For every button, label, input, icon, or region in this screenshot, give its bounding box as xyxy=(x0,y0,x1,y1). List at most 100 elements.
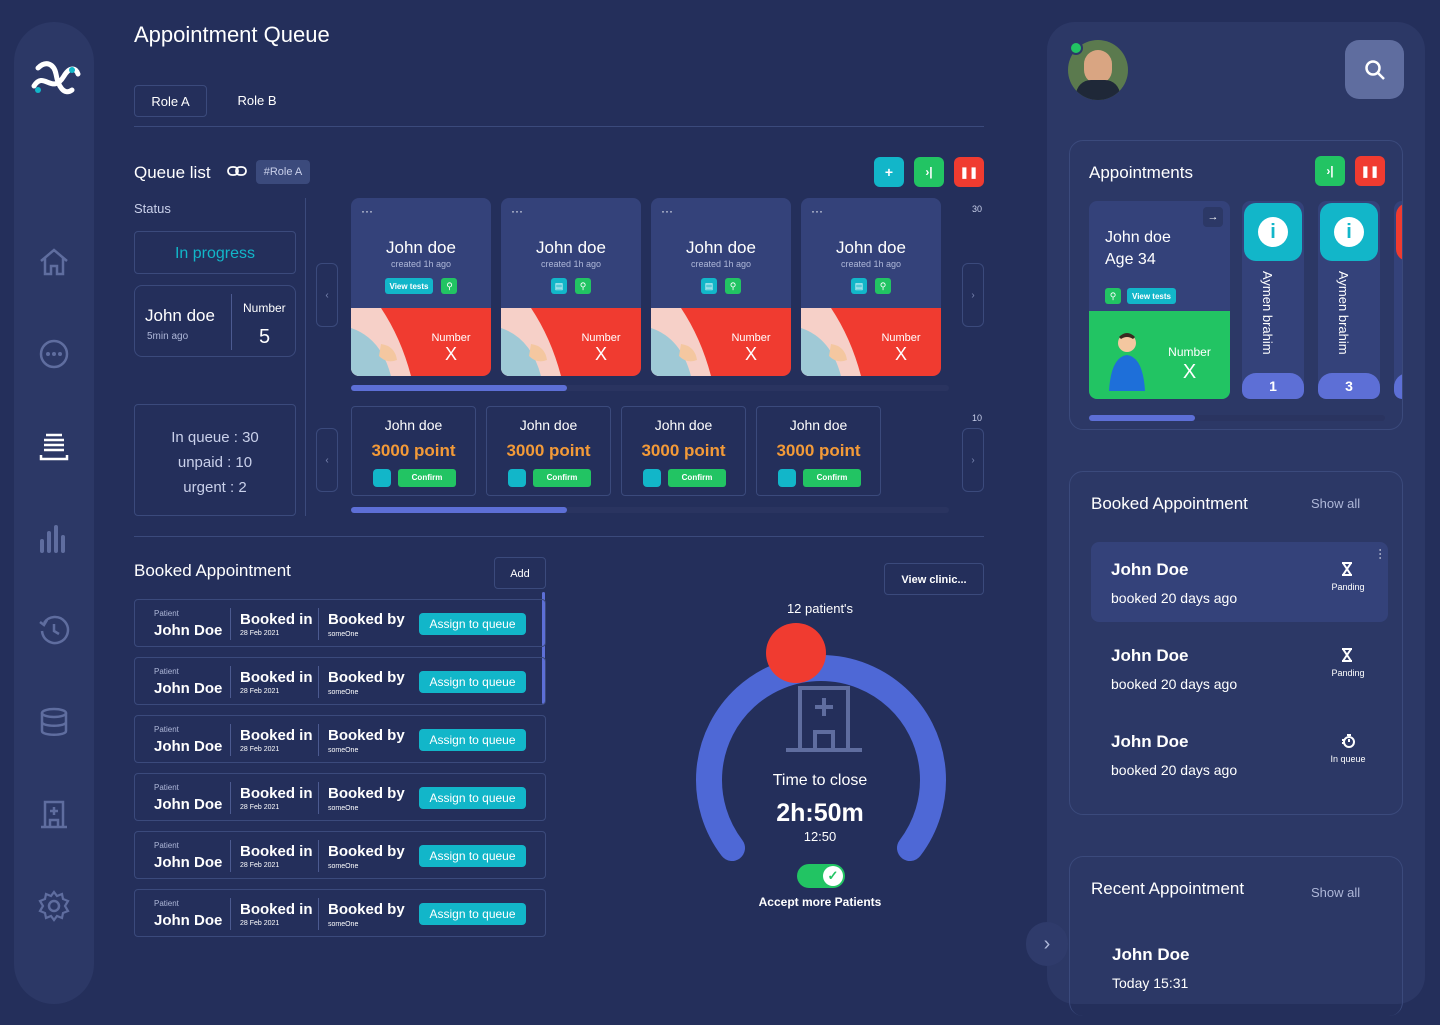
clinic-icon[interactable] xyxy=(36,796,72,832)
pause-button[interactable]: ❚❚ xyxy=(954,157,984,187)
document-icon[interactable]: ▤ xyxy=(851,278,867,294)
info-icon[interactable]: i xyxy=(1244,203,1302,261)
search-button[interactable] xyxy=(1345,40,1404,99)
more-icon[interactable]: ··· xyxy=(361,204,373,218)
recent-name[interactable]: John Doe xyxy=(1112,945,1189,965)
table-row[interactable]: Patient John Doe Booked in 28 Feb 2021 B… xyxy=(134,889,546,937)
list-item[interactable]: John Doe booked 20 days ago In queue xyxy=(1091,714,1388,794)
more-icon[interactable]: ··· xyxy=(811,204,823,218)
points-scrollbar-track[interactable] xyxy=(351,507,949,513)
unpaid-stat: unpaid : 10 xyxy=(177,454,253,471)
history-icon[interactable] xyxy=(36,612,72,648)
table-row[interactable]: Patient John Doe Booked in 28 Feb 2021 B… xyxy=(134,657,546,705)
scrollbar-thumb[interactable] xyxy=(351,385,567,391)
logo[interactable] xyxy=(28,56,82,106)
more-icon[interactable]: ··· xyxy=(1374,548,1388,560)
patient-name: John doe xyxy=(686,238,756,257)
booked-by-label: Booked by xyxy=(328,901,405,918)
more-icon[interactable]: ··· xyxy=(511,204,523,218)
created-time: created 1h ago xyxy=(690,259,752,269)
queue-stats: In queue : 30 unpaid : 10 urgent : 2 xyxy=(134,404,296,516)
queued-patient-card[interactable]: i Aymen brahim 1 xyxy=(1242,201,1304,399)
chat-icon[interactable] xyxy=(36,336,72,372)
scroll-right-button[interactable]: › xyxy=(962,263,984,327)
walk-icon[interactable]: ⚲ xyxy=(441,278,458,294)
points-scrollbar-thumb[interactable] xyxy=(351,507,567,513)
queue-card[interactable]: ··· John doe created 1h ago ▤ ⚲ Number X xyxy=(651,198,791,376)
assign-to-queue-button[interactable]: Assign to queue xyxy=(419,729,526,751)
print-icon[interactable] xyxy=(643,469,661,487)
view-tests-button[interactable]: View tests xyxy=(384,278,434,294)
number-box: Number X xyxy=(1089,311,1230,399)
walk-icon[interactable]: ⚲ xyxy=(725,278,741,294)
confirm-button[interactable]: Confirm xyxy=(803,469,861,487)
appointment-number: X xyxy=(1182,361,1197,383)
list-item[interactable]: John Doe booked 20 days ago Panding ··· xyxy=(1091,542,1388,622)
queue-list-icon[interactable] xyxy=(36,428,72,464)
confirm-button[interactable]: Confirm xyxy=(668,469,726,487)
list-item[interactable]: John Doe booked 20 days ago Panding xyxy=(1091,628,1388,708)
stats-icon[interactable] xyxy=(36,520,72,556)
print-icon[interactable] xyxy=(508,469,526,487)
view-tests-button[interactable]: View tests xyxy=(1127,288,1176,304)
table-row[interactable]: Patient John Doe Booked in 28 Feb 2021 B… xyxy=(134,773,546,821)
add-booking-button[interactable]: Add xyxy=(494,557,546,589)
add-button[interactable]: + xyxy=(874,157,904,187)
table-row[interactable]: Patient John Doe Booked in 28 Feb 2021 B… xyxy=(134,599,546,647)
show-all-link[interactable]: Show all xyxy=(1311,496,1360,511)
document-icon[interactable]: ▤ xyxy=(551,278,567,294)
arrow-right-icon[interactable]: → xyxy=(1203,207,1223,227)
points-card[interactable]: John doe 3000 point Confirm xyxy=(756,406,881,496)
queued-patient-card[interactable]: i Aymen brahim 3 xyxy=(1318,201,1380,399)
scrollbar-track[interactable] xyxy=(351,385,949,391)
confirm-button[interactable]: Confirm xyxy=(533,469,591,487)
print-icon[interactable] xyxy=(778,469,796,487)
table-row[interactable]: Patient John Doe Booked in 28 Feb 2021 B… xyxy=(134,715,546,763)
print-icon[interactable] xyxy=(373,469,391,487)
scroll-left-button[interactable]: ‹ xyxy=(316,263,338,327)
points-scroll-right-button[interactable]: › xyxy=(962,428,984,492)
accept-patients-toggle[interactable]: ✓ xyxy=(797,864,845,888)
collapse-panel-button[interactable]: › xyxy=(1026,922,1068,966)
tab-role-a[interactable]: Role A xyxy=(134,85,207,117)
walk-icon[interactable]: ⚲ xyxy=(875,278,891,294)
confirm-button[interactable]: Confirm xyxy=(398,469,456,487)
recent-time: Today 15:31 xyxy=(1112,975,1189,991)
assign-to-queue-button[interactable]: Assign to queue xyxy=(419,845,526,867)
next-button[interactable]: ›| xyxy=(1315,156,1345,186)
walk-icon[interactable]: ⚲ xyxy=(1105,288,1121,304)
divider xyxy=(318,666,319,698)
assign-to-queue-button[interactable]: Assign to queue xyxy=(419,613,526,635)
current-patient-card[interactable]: John doe 5min ago Number 5 xyxy=(134,285,296,357)
home-icon[interactable] xyxy=(36,244,72,280)
pause-icon: ❚❚ xyxy=(1360,165,1380,178)
assign-to-queue-button[interactable]: Assign to queue xyxy=(419,671,526,693)
scrollbar-thumb[interactable] xyxy=(1089,415,1195,421)
walk-icon[interactable]: ⚲ xyxy=(575,278,591,294)
points-scroll-left-button[interactable]: ‹ xyxy=(316,428,338,492)
assign-to-queue-button[interactable]: Assign to queue xyxy=(419,903,526,925)
info-icon[interactable]: i xyxy=(1320,203,1378,261)
database-icon[interactable] xyxy=(36,704,72,740)
queue-card[interactable]: ··· John doe created 1h ago View tests ⚲ … xyxy=(351,198,491,376)
points-card[interactable]: John doe 3000 point Confirm xyxy=(351,406,476,496)
queue-card[interactable]: ··· John doe created 1h ago ▤ ⚲ Number X xyxy=(501,198,641,376)
current-appointment-card[interactable]: John doe Age 34 → ⚲ View tests Number X xyxy=(1089,201,1230,399)
queued-patient-card[interactable] xyxy=(1394,201,1402,399)
hourglass-icon xyxy=(1341,562,1355,576)
tab-role-b[interactable]: Role B xyxy=(224,85,290,117)
appointments-scrollbar[interactable] xyxy=(1089,415,1385,421)
queue-card[interactable]: ··· John doe created 1h ago ▤ ⚲ Number X xyxy=(801,198,941,376)
more-icon[interactable]: ··· xyxy=(661,204,673,218)
settings-icon[interactable] xyxy=(36,888,72,924)
table-row[interactable]: Patient John Doe Booked in 28 Feb 2021 B… xyxy=(134,831,546,879)
points-card[interactable]: John doe 3000 point Confirm xyxy=(621,406,746,496)
view-clinic-button[interactable]: View clinic... xyxy=(884,563,984,595)
document-icon[interactable]: ▤ xyxy=(701,278,717,294)
pause-button[interactable]: ❚❚ xyxy=(1355,156,1385,186)
link-icon[interactable] xyxy=(226,163,248,181)
show-all-link[interactable]: Show all xyxy=(1311,885,1360,900)
points-card[interactable]: John doe 3000 point Confirm xyxy=(486,406,611,496)
assign-to-queue-button[interactable]: Assign to queue xyxy=(419,787,526,809)
next-button[interactable]: ›| xyxy=(914,157,944,187)
